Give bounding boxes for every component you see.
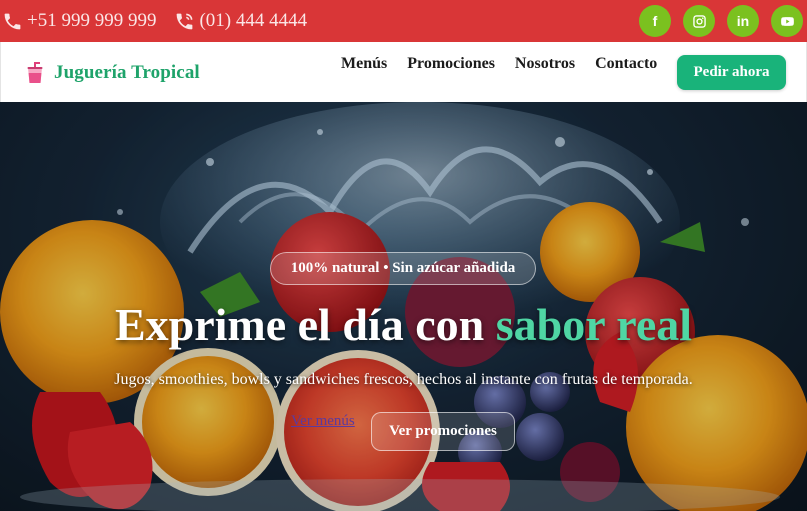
youtube-button[interactable] (771, 5, 803, 37)
hero-headline: Exprime el día con sabor real (0, 298, 807, 351)
contact-info: +51 999 999 999 (01) 444 4444 (2, 10, 325, 32)
top-contact-bar: +51 999 999 999 (01) 444 4444 f in (0, 0, 807, 42)
phone-icon (4, 13, 21, 29)
landline-contact[interactable]: (01) 444 4444 (174, 10, 307, 32)
order-now-button[interactable]: Pedir ahora (677, 55, 786, 90)
linkedin-icon: in (736, 13, 750, 29)
nav-link-nosotros[interactable]: Nosotros (515, 55, 575, 73)
phone-contact[interactable]: +51 999 999 999 (2, 10, 156, 32)
main-navbar: Juguería Tropical Menús Promociones Noso… (0, 42, 807, 102)
brand-logo[interactable]: Juguería Tropical (25, 62, 200, 84)
view-promotions-button[interactable]: Ver promociones (371, 412, 515, 451)
linkedin-button[interactable]: in (727, 5, 759, 37)
hero-subtitle: Jugos, smoothies, bowls y sandwiches fre… (114, 371, 693, 388)
instagram-icon (692, 14, 706, 28)
hero-section: 100% natural • Sin azúcar añadida Exprim… (0, 102, 807, 511)
nav-links: Menús Promociones Nosotros Contacto (341, 55, 677, 73)
nav-link-menus[interactable]: Menús (341, 55, 387, 73)
landline-number: (01) 444 4444 (199, 10, 308, 31)
juice-cup-icon (27, 62, 43, 83)
social-links: f in (627, 5, 803, 37)
phone-number: +51 999 999 999 (27, 10, 157, 31)
youtube-icon (780, 16, 794, 26)
facebook-icon: f (652, 13, 658, 29)
instagram-button[interactable] (683, 5, 715, 37)
phone-volume-icon (177, 13, 193, 29)
hero-badge: 100% natural • Sin azúcar añadida (270, 252, 536, 285)
view-menu-link[interactable]: Ver menús (291, 413, 355, 430)
headline-main: Exprime el día con (114, 299, 496, 350)
brand-name: Juguería Tropical (54, 62, 200, 83)
headline-accent: sabor real (495, 299, 693, 350)
facebook-button[interactable]: f (639, 5, 671, 37)
nav-link-contacto[interactable]: Contacto (595, 55, 657, 73)
nav-link-promociones[interactable]: Promociones (407, 55, 495, 73)
